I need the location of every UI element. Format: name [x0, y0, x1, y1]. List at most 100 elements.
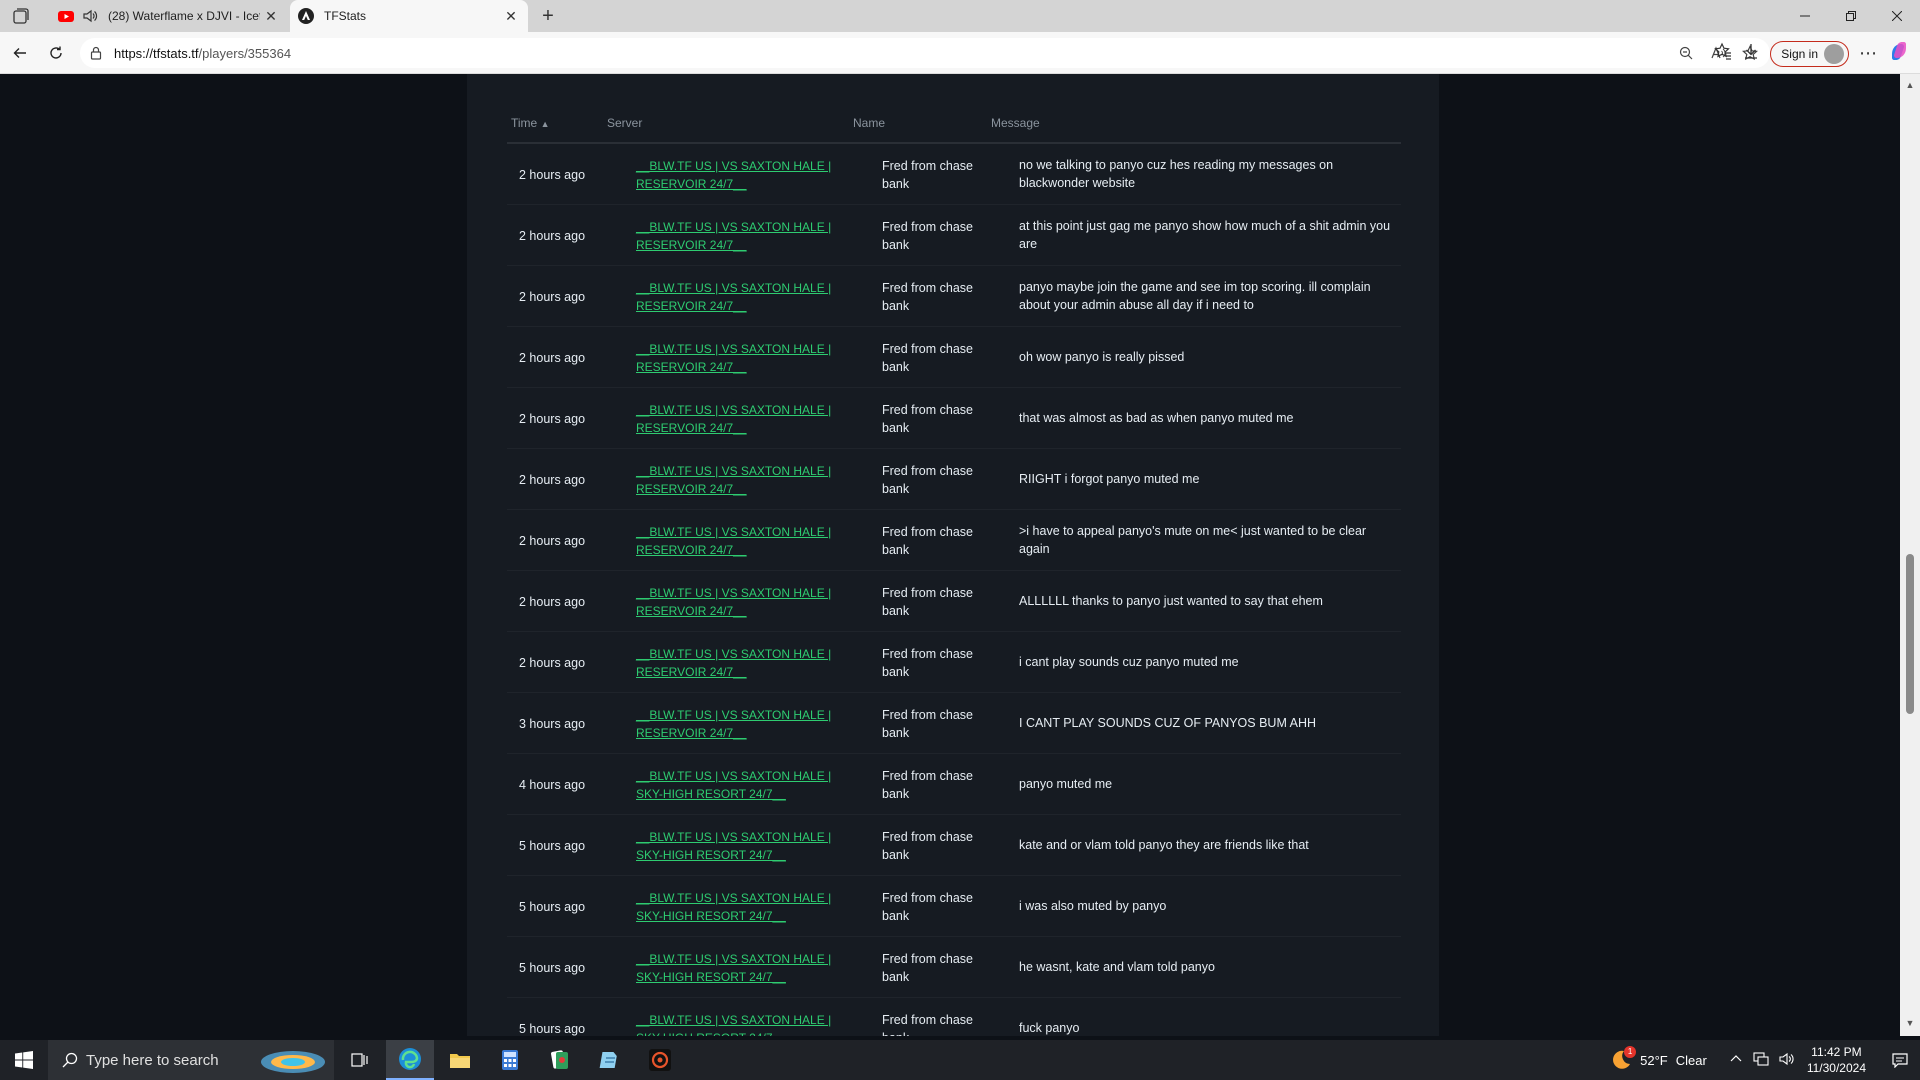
edge-browser-icon[interactable]: [386, 1040, 434, 1080]
server-link[interactable]: __BLW.TF US | VS SAXTON HALE | RESERVOIR…: [636, 401, 856, 437]
message-cell: ALLLLLL thanks to panyo just wanted to s…: [1019, 594, 1323, 608]
time-cell: 2 hours ago: [519, 168, 586, 182]
table-row: 5 hours ago __BLW.TF US | VS SAXTON HALE …: [507, 876, 1401, 937]
taskbar-clock[interactable]: 11:42 PM 11/30/2024: [1807, 1044, 1866, 1076]
close-tab-icon[interactable]: ✕: [260, 5, 282, 27]
time-cell: 2 hours ago: [519, 412, 586, 426]
message-cell: at this point just gag me panyo show how…: [1019, 219, 1391, 251]
refresh-icon[interactable]: [44, 41, 68, 65]
copilot-icon[interactable]: [1888, 40, 1910, 67]
moon-icon: 1: [1610, 1046, 1637, 1071]
time-cell: 5 hours ago: [519, 961, 586, 975]
weather-widget[interactable]: 1 52°F Clear: [1610, 1046, 1707, 1071]
scrollbar-thumb[interactable]: [1906, 554, 1914, 714]
server-link[interactable]: __BLW.TF US | VS SAXTON HALE | RESERVOIR…: [636, 462, 856, 498]
server-link[interactable]: __BLW.TF US | VS SAXTON HALE | RESERVOIR…: [636, 279, 856, 315]
new-tab-button[interactable]: +: [536, 4, 560, 28]
player-name-cell: Fred from chase bank: [882, 769, 974, 801]
system-tray: 1 52°F Clear 11:42 PM 11/30/2024: [1610, 1040, 1920, 1080]
lock-icon[interactable]: [88, 45, 104, 61]
server-link[interactable]: __BLW.TF US | VS SAXTON HALE | RESERVOIR…: [636, 523, 856, 559]
solitaire-icon[interactable]: [536, 1040, 584, 1080]
back-arrow-icon[interactable]: [8, 41, 32, 65]
task-view-icon[interactable]: [336, 1040, 384, 1080]
game-app-icon[interactable]: [636, 1040, 684, 1080]
player-name-cell: Fred from chase bank: [882, 830, 974, 862]
player-name-cell: Fred from chase bank: [882, 708, 974, 740]
server-link[interactable]: __BLW.TF US | VS SAXTON HALE | SKY-HIGH …: [636, 889, 856, 925]
table-row: 2 hours ago __BLW.TF US | VS SAXTON HALE …: [507, 205, 1401, 266]
table-row: 2 hours ago __BLW.TF US | VS SAXTON HALE …: [507, 144, 1401, 205]
message-cell: >i have to appeal panyo's mute on me< ju…: [1019, 524, 1367, 556]
time-cell: 2 hours ago: [519, 595, 586, 609]
notifications-icon[interactable]: [1880, 1052, 1920, 1068]
url-text[interactable]: https://tfstats.tf/players/355364: [114, 46, 291, 61]
restore-icon[interactable]: [1828, 0, 1874, 32]
server-link[interactable]: __BLW.TF US | VS SAXTON HALE | SKY-HIGH …: [636, 1011, 856, 1036]
player-name-cell: Fred from chase bank: [882, 342, 974, 374]
message-cell: RIIGHT i forgot panyo muted me: [1019, 472, 1200, 486]
tab-youtube[interactable]: (28) Waterflame x DJVI - Icef ✕: [50, 0, 288, 32]
table-row: 5 hours ago __BLW.TF US | VS SAXTON HALE …: [507, 937, 1401, 998]
tab-actions-icon[interactable]: [12, 7, 32, 25]
server-link[interactable]: __BLW.TF US | VS SAXTON HALE | SKY-HIGH …: [636, 950, 856, 986]
message-cell: no we talking to panyo cuz hes reading m…: [1019, 158, 1334, 190]
file-explorer-icon[interactable]: [436, 1040, 484, 1080]
close-window-icon[interactable]: [1874, 0, 1920, 32]
message-column-header[interactable]: Message: [991, 116, 1040, 130]
notepad-icon[interactable]: [586, 1040, 634, 1080]
message-cell: he wasnt, kate and vlam told panyo: [1019, 960, 1215, 974]
time-cell: 3 hours ago: [519, 717, 586, 731]
tfstats-icon: [298, 8, 314, 24]
message-cell: oh wow panyo is really pissed: [1019, 350, 1185, 364]
windows-start-icon[interactable]: [0, 1040, 48, 1080]
network-icon[interactable]: [1753, 1051, 1769, 1069]
server-link[interactable]: __BLW.TF US | VS SAXTON HALE | RESERVOIR…: [636, 340, 856, 376]
table-row: 5 hours ago __BLW.TF US | VS SAXTON HALE …: [507, 815, 1401, 876]
scroll-up-icon[interactable]: ▲: [1904, 80, 1916, 92]
server-link[interactable]: __BLW.TF US | VS SAXTON HALE | RESERVOIR…: [636, 157, 856, 193]
avatar: [1824, 43, 1844, 64]
server-link[interactable]: __BLW.TF US | VS SAXTON HALE | RESERVOIR…: [636, 218, 856, 254]
time-cell: 2 hours ago: [519, 351, 586, 365]
time-column-header[interactable]: Time ▲: [511, 116, 550, 130]
speaker-icon[interactable]: [82, 8, 98, 24]
address-bar[interactable]: https://tfstats.tf/players/355364: [80, 38, 1770, 68]
table-row: 2 hours ago __BLW.TF US | VS SAXTON HALE …: [507, 388, 1401, 449]
more-options-icon[interactable]: ⋯: [1859, 43, 1878, 64]
table-row: 3 hours ago __BLW.TF US | VS SAXTON HALE …: [507, 693, 1401, 754]
volume-icon[interactable]: [1779, 1052, 1795, 1069]
taskbar-search[interactable]: Type here to search: [48, 1040, 334, 1080]
time-cell: 2 hours ago: [519, 534, 586, 548]
page-scrollbar[interactable]: ▲ ▼: [1900, 74, 1920, 1036]
server-link[interactable]: __BLW.TF US | VS SAXTON HALE | SKY-HIGH …: [636, 767, 856, 803]
tab-tfstats[interactable]: TFStats ✕: [290, 0, 528, 32]
chevron-up-icon[interactable]: [1729, 1052, 1743, 1069]
close-tab-icon[interactable]: ✕: [500, 5, 522, 27]
downloads-icon[interactable]: [1742, 42, 1760, 65]
tab-label: TFStats: [324, 9, 367, 23]
browser-toolbar: https://tfstats.tf/players/355364 Sign i…: [0, 32, 1920, 74]
zoom-out-icon[interactable]: [1674, 42, 1698, 64]
sign-in-button[interactable]: Sign in: [1770, 40, 1849, 67]
server-link[interactable]: __BLW.TF US | VS SAXTON HALE | SKY-HIGH …: [636, 828, 856, 864]
scroll-down-icon[interactable]: ▼: [1904, 1018, 1916, 1030]
message-cell: panyo maybe join the game and see im top…: [1019, 280, 1371, 312]
name-column-header[interactable]: Name: [853, 116, 885, 130]
favorites-icon[interactable]: [1714, 42, 1732, 65]
player-name-cell: Fred from chase bank: [882, 464, 974, 496]
player-name-cell: Fred from chase bank: [882, 952, 974, 984]
server-link[interactable]: __BLW.TF US | VS SAXTON HALE | RESERVOIR…: [636, 645, 856, 681]
table-row: 2 hours ago __BLW.TF US | VS SAXTON HALE …: [507, 327, 1401, 388]
sort-up-icon: ▲: [540, 119, 550, 129]
time-cell: 2 hours ago: [519, 473, 586, 487]
chat-table: Time ▲ Server Name Message 2 hours ago __…: [507, 100, 1401, 1036]
server-link[interactable]: __BLW.TF US | VS SAXTON HALE | RESERVOIR…: [636, 706, 856, 742]
tab-bar: (28) Waterflame x DJVI - Icef ✕ TFStats …: [0, 0, 1920, 32]
message-cell: i was also muted by panyo: [1019, 899, 1167, 913]
calculator-icon[interactable]: [486, 1040, 534, 1080]
server-link[interactable]: __BLW.TF US | VS SAXTON HALE | RESERVOIR…: [636, 584, 856, 620]
player-name-cell: Fred from chase bank: [882, 1013, 974, 1036]
minimize-icon[interactable]: [1782, 0, 1828, 32]
server-column-header[interactable]: Server: [607, 116, 642, 130]
